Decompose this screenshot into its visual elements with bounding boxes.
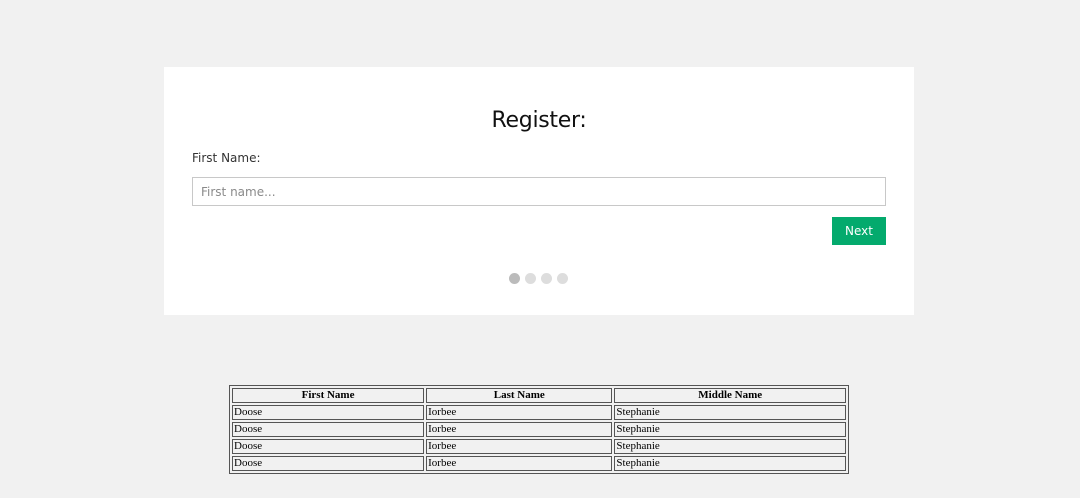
first-name-label: First Name: [192, 151, 261, 165]
cell-middle-name: Stephanie [614, 405, 846, 420]
cell-middle-name: Stephanie [614, 456, 846, 471]
step-indicator [509, 273, 568, 284]
step-dot-2 [525, 273, 536, 284]
step-dot-1 [509, 273, 520, 284]
cell-last-name: Iorbee [426, 456, 613, 471]
cell-first-name: Doose [232, 439, 425, 454]
column-header-first-name: First Name [232, 388, 425, 403]
cell-last-name: Iorbee [426, 422, 613, 437]
cell-middle-name: Stephanie [614, 422, 846, 437]
form-title: Register: [491, 108, 587, 133]
cell-last-name: Iorbee [426, 405, 613, 420]
cell-last-name: Iorbee [426, 439, 613, 454]
next-button[interactable]: Next [832, 217, 886, 245]
cell-first-name: Doose [232, 405, 425, 420]
names-table: First Name Last Name Middle Name Doose I… [229, 385, 849, 474]
table-row: Doose Iorbee Stephanie [232, 405, 846, 420]
table-row: Doose Iorbee Stephanie [232, 439, 846, 454]
column-header-last-name: Last Name [426, 388, 613, 403]
table-row: Doose Iorbee Stephanie [232, 456, 846, 471]
table-row: Doose Iorbee Stephanie [232, 422, 846, 437]
step-dot-4 [557, 273, 568, 284]
column-header-middle-name: Middle Name [614, 388, 846, 403]
cell-first-name: Doose [232, 456, 425, 471]
step-dot-3 [541, 273, 552, 284]
table-header-row: First Name Last Name Middle Name [232, 388, 846, 403]
cell-first-name: Doose [232, 422, 425, 437]
cell-middle-name: Stephanie [614, 439, 846, 454]
first-name-input[interactable] [192, 177, 886, 206]
